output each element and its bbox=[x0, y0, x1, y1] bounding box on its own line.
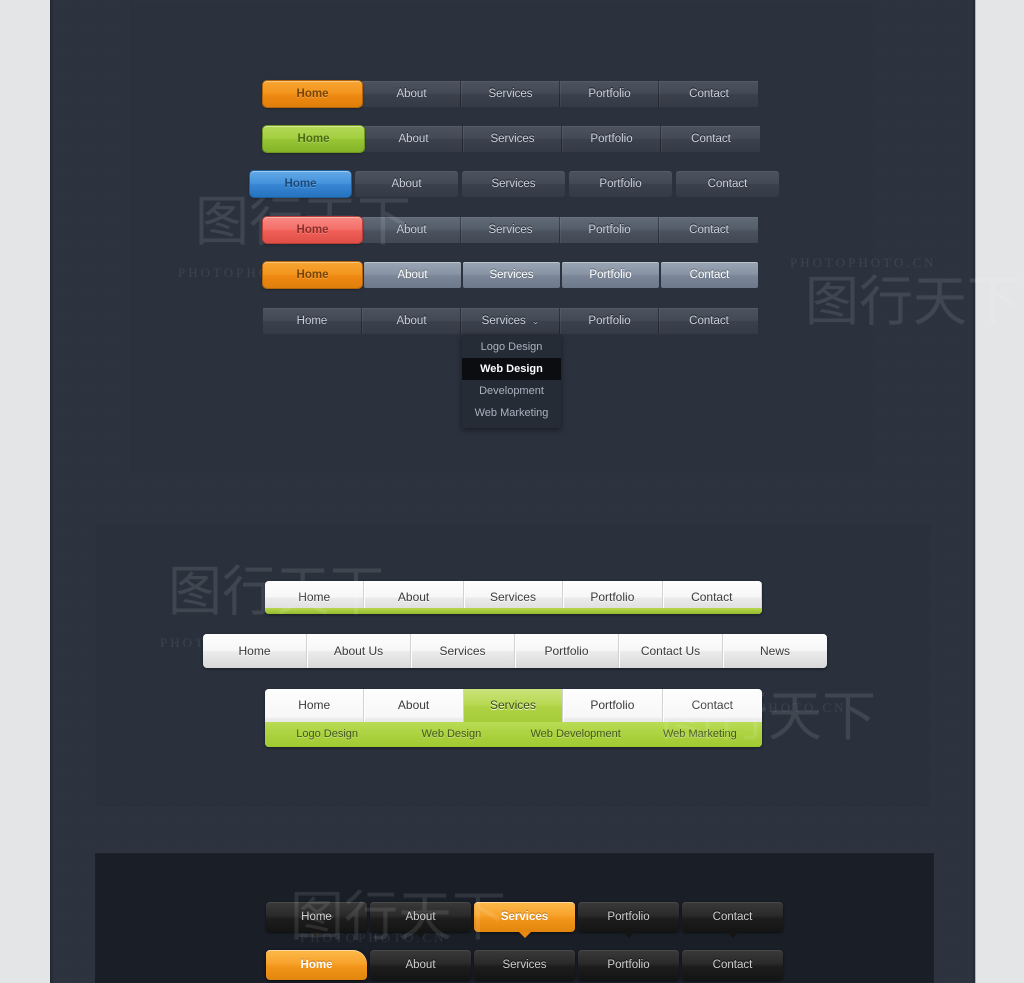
services-submenu-bar: Logo Design Web Design Web Development W… bbox=[265, 722, 762, 747]
menu-item-home[interactable]: Home bbox=[263, 81, 362, 107]
menu-item-services-label: Services bbox=[481, 315, 526, 327]
notch-arrow-icon bbox=[518, 932, 531, 938]
menu-item-home[interactable]: Home bbox=[266, 902, 367, 938]
black-orange-services-menu: Home About Services Portfolio Contact bbox=[266, 902, 783, 938]
menu-item-services[interactable]: Services bbox=[463, 262, 560, 288]
menu-item-contact[interactable]: Contact bbox=[682, 902, 783, 938]
dropdown-item-development[interactable]: Development bbox=[462, 380, 561, 402]
menu-item-services[interactable]: Services bbox=[461, 217, 560, 243]
menu-item-services[interactable]: Services bbox=[463, 126, 562, 152]
notch-arrow-icon bbox=[622, 932, 635, 938]
menu-item-home[interactable]: Home bbox=[266, 950, 367, 980]
menu-item-contact-us[interactable]: Contact Us bbox=[619, 634, 723, 668]
menu-item-portfolio[interactable]: Portfolio bbox=[563, 689, 663, 722]
submenu-item-web-development[interactable]: Web Development bbox=[514, 722, 638, 747]
red-glossy-menu: Home About Services Portfolio Contact bbox=[263, 217, 758, 243]
submenu-item-web-marketing[interactable]: Web Marketing bbox=[638, 722, 762, 747]
menu-item-contact[interactable]: Contact bbox=[661, 262, 758, 288]
menu-item-portfolio[interactable]: Portfolio bbox=[578, 950, 679, 980]
menu-item-services[interactable]: Services bbox=[474, 902, 575, 938]
menu-item-portfolio[interactable]: Portfolio bbox=[562, 262, 659, 288]
menu-item-services[interactable]: Services bbox=[463, 689, 564, 722]
menu-item-contact-label: Contact bbox=[712, 911, 753, 923]
dropdown-menu: Home About Services ⌄ Portfolio Contact bbox=[263, 308, 758, 334]
menu-item-services-label: Services bbox=[500, 911, 549, 923]
light-green-active-menu: Home About Services Portfolio Contact Lo… bbox=[265, 689, 762, 747]
menu-item-home[interactable]: Home bbox=[263, 126, 364, 152]
green-flat-menu: Home About Services Portfolio Contact bbox=[263, 126, 760, 152]
dropdown-item-logo-design[interactable]: Logo Design bbox=[462, 336, 561, 358]
menu-item-services[interactable]: Services bbox=[474, 950, 575, 980]
light-menu-top-row: Home About Services Portfolio Contact bbox=[265, 689, 762, 722]
light-wide-menu: Home About Us Services Portfolio Contact… bbox=[203, 634, 827, 668]
menu-item-about[interactable]: About bbox=[364, 689, 464, 722]
menu-item-home[interactable]: Home bbox=[203, 634, 307, 668]
chevron-down-icon: ⌄ bbox=[531, 316, 540, 326]
submenu-item-logo-design[interactable]: Logo Design bbox=[265, 722, 389, 747]
menu-item-home[interactable]: Home bbox=[263, 262, 362, 288]
light-green-underline-menu: Home About Services Portfolio Contact bbox=[265, 581, 762, 614]
menu-item-contact[interactable]: Contact bbox=[659, 217, 758, 243]
menu-item-portfolio[interactable]: Portfolio bbox=[560, 217, 659, 243]
menu-item-home[interactable]: Home bbox=[265, 689, 365, 722]
page-left-edge-shadow bbox=[50, 0, 54, 983]
green-underline-bar bbox=[265, 608, 762, 614]
menu-item-portfolio[interactable]: Portfolio bbox=[578, 902, 679, 938]
menu-item-about[interactable]: About bbox=[364, 262, 461, 288]
menu-item-portfolio[interactable]: Portfolio bbox=[515, 634, 619, 668]
black-orange-home-menu: Home About Services Portfolio Contact bbox=[266, 950, 783, 980]
blue-segmented-menu: Home About Services Portfolio Contact bbox=[250, 171, 779, 197]
dropdown-item-web-marketing[interactable]: Web Marketing bbox=[462, 402, 561, 424]
menu-item-home[interactable]: Home bbox=[263, 217, 362, 243]
menu-item-portfolio[interactable]: Portfolio bbox=[562, 126, 661, 152]
menu-item-portfolio-label: Portfolio bbox=[607, 911, 650, 923]
menu-item-about[interactable]: About bbox=[362, 81, 461, 107]
menu-item-about[interactable]: About bbox=[370, 950, 471, 980]
notch-arrow-icon bbox=[414, 932, 427, 938]
orange-slate-menu: Home About Services Portfolio Contact bbox=[263, 262, 758, 288]
menu-item-services[interactable]: Services bbox=[411, 634, 515, 668]
menu-item-contact[interactable]: Contact bbox=[676, 171, 779, 197]
menu-item-contact[interactable]: Contact bbox=[659, 308, 758, 334]
submenu-item-web-design[interactable]: Web Design bbox=[389, 722, 513, 747]
menu-item-contact[interactable]: Contact bbox=[682, 950, 783, 980]
menu-item-about-label: About bbox=[405, 911, 436, 923]
menu-item-about[interactable]: About bbox=[364, 126, 463, 152]
menu-item-home-label: Home bbox=[301, 911, 332, 923]
page-right-edge-shadow bbox=[971, 0, 976, 983]
menu-item-home[interactable]: Home bbox=[250, 171, 351, 197]
menu-item-contact[interactable]: Contact bbox=[661, 126, 760, 152]
services-dropdown-panel: Logo Design Web Design Development Web M… bbox=[462, 334, 561, 428]
menu-item-services[interactable]: Services bbox=[462, 171, 565, 197]
notch-arrow-icon bbox=[726, 932, 739, 938]
menu-item-home[interactable]: Home bbox=[263, 308, 362, 334]
menu-item-news[interactable]: News bbox=[723, 634, 827, 668]
menu-item-about[interactable]: About bbox=[355, 171, 458, 197]
menu-item-services[interactable]: Services bbox=[461, 81, 560, 107]
orange-flat-menu: Home About Services Portfolio Contact bbox=[263, 81, 758, 107]
dropdown-item-web-design[interactable]: Web Design bbox=[462, 358, 561, 380]
menu-item-services[interactable]: Services ⌄ bbox=[461, 308, 560, 334]
menu-item-about-us[interactable]: About Us bbox=[307, 634, 411, 668]
menu-item-portfolio[interactable]: Portfolio bbox=[560, 81, 659, 107]
notch-arrow-icon bbox=[310, 932, 323, 938]
menu-item-contact[interactable]: Contact bbox=[663, 689, 762, 722]
menu-item-about[interactable]: About bbox=[362, 308, 461, 334]
menu-item-contact[interactable]: Contact bbox=[659, 81, 758, 107]
menu-item-portfolio[interactable]: Portfolio bbox=[560, 308, 659, 334]
menu-item-about[interactable]: About bbox=[370, 902, 471, 938]
menu-item-about[interactable]: About bbox=[362, 217, 461, 243]
menu-item-portfolio[interactable]: Portfolio bbox=[569, 171, 672, 197]
